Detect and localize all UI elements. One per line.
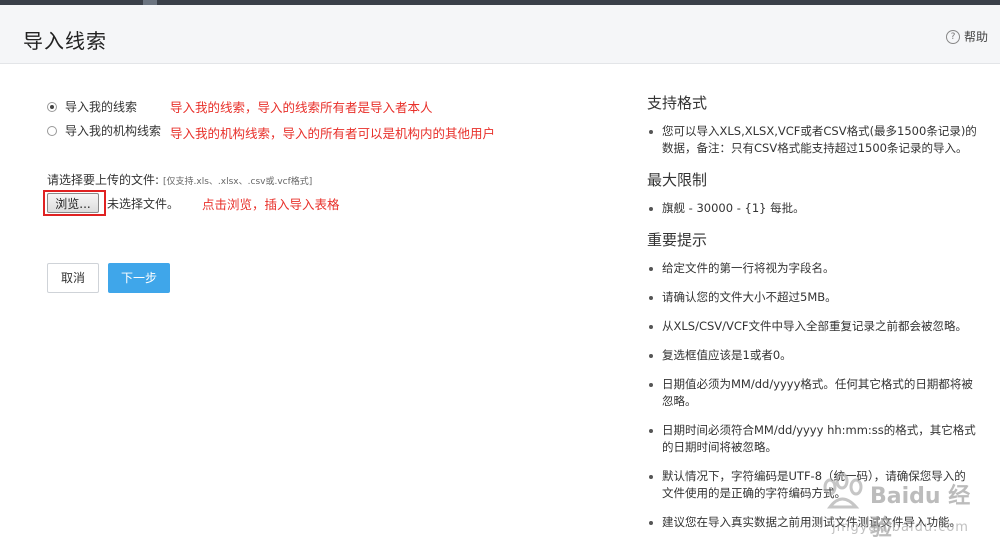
page-header: 导入线索 ? 帮助 [0,5,1000,64]
list-item: 您可以导入XLS,XLSX,VCF或者CSV格式(最多1500条记录)的数据，备… [647,123,977,157]
browse-button[interactable]: 浏览... [47,193,99,213]
help-label: 帮助 [963,30,988,44]
notes-title: 重要提示 [647,231,708,249]
radio-button-checked[interactable] [47,101,57,112]
radio-import-my-leads[interactable]: 导入我的线索 [47,98,137,115]
upload-label: 请选择要上传的文件: [仅支持.xls、.xlsx、.csv或.vcf格式] [47,171,312,188]
help-icon: ? [945,29,960,44]
help-link[interactable]: ? 帮助 [945,28,988,45]
list-item: 默认情况下，字符编码是UTF-8（统一码），请确保您导入的文件使用的是正确的字符… [647,468,977,502]
list-item: 复选框值应该是1或者0。 [647,347,977,364]
next-step-button[interactable]: 下一步 [108,263,170,293]
annotation-org-leads: 导入我的机构线索，导入的所有者可以是机构内的其他用户 [170,126,496,141]
radio-import-org-leads[interactable]: 导入我的机构线索 [47,122,161,139]
radio-label: 导入我的机构线索 [65,124,162,138]
list-item: 旗舰 - 30000 - {1} 每批。 [647,200,977,217]
formats-list: 您可以导入XLS,XLSX,VCF或者CSV格式(最多1500条记录)的数据，备… [647,123,977,157]
upload-label-text: 请选择要上传的文件: [47,173,160,187]
cancel-button[interactable]: 取消 [47,263,99,293]
list-item: 日期值必须为MM/dd/yyyy格式。任何其它格式的日期都将被忽略。 [647,376,977,410]
list-item: 给定文件的第一行将视为字段名。 [647,260,977,277]
no-file-selected-text: 未选择文件。 [107,197,180,211]
limit-list: 旗舰 - 30000 - {1} 每批。 [647,200,977,217]
info-sidebar: 支持格式 您可以导入XLS,XLSX,VCF或者CSV格式(最多1500条记录)… [647,92,977,543]
annotation-my-leads: 导入我的线索，导入的线索所有者是导入者本人 [170,100,433,115]
page-title: 导入线索 [23,29,107,53]
list-item: 建议您在导入真实数据之前用测试文件测试文件导入功能。 [647,514,977,531]
limit-title: 最大限制 [647,171,708,189]
list-item: 日期时间必须符合MM/dd/yyyy hh:mm:ss的格式，其它格式的日期时间… [647,422,977,456]
radio-label: 导入我的线索 [65,100,138,114]
notes-list: 给定文件的第一行将视为字段名。 请确认您的文件大小不超过5MB。 从XLS/CS… [647,260,977,531]
list-item: 请确认您的文件大小不超过5MB。 [647,289,977,306]
list-item: 从XLS/CSV/VCF文件中导入全部重复记录之前都会被忽略。 [647,318,977,335]
upload-format-hint: [仅支持.xls、.xlsx、.csv或.vcf格式] [163,177,313,187]
radio-button-unchecked[interactable] [47,125,57,136]
formats-title: 支持格式 [647,94,708,112]
annotation-browse: 点击浏览，插入导入表格 [202,197,340,212]
